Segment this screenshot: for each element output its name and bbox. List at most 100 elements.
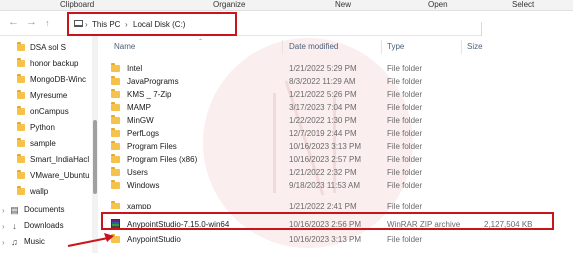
sidebar-item-myresume[interactable]: Myresume <box>0 88 98 104</box>
file-date: 10/16/2023 3:13 PM <box>289 235 362 244</box>
chevron-right-icon[interactable]: › <box>2 222 5 231</box>
folder-icon <box>17 170 25 179</box>
file-row[interactable]: Users 1/21/2022 2:32 PM File folder <box>98 166 573 179</box>
sidebar-item-label: honor backup <box>30 59 79 68</box>
sidebar-item-vmware-ubuntu[interactable]: VMware_Ubuntu <box>0 168 98 184</box>
sidebar-item-honor-backup[interactable]: honor backup <box>0 56 98 72</box>
folder-icon <box>111 102 120 111</box>
ribbon-group-select: Select <box>512 0 535 9</box>
ribbon-group-labels: Clipboard Organize New Open Select <box>0 0 573 11</box>
annotation-arrow-icon <box>67 233 114 247</box>
file-name: Program Files (x86) <box>127 155 198 164</box>
file-name: PerfLogs <box>127 129 160 138</box>
sort-caret-icon: ⌃ <box>198 39 204 45</box>
file-row[interactable]: KMS _ 7-Zip 1/21/2022 5:26 PM File folde… <box>98 88 573 101</box>
column-divider[interactable] <box>282 40 283 54</box>
file-row[interactable]: xampp 1/21/2022 2:41 PM File folder <box>98 200 573 209</box>
sidebar-item-mongodb[interactable]: MongoDB-Winc <box>0 72 98 88</box>
chevron-right-icon[interactable]: › <box>2 206 5 215</box>
file-row[interactable]: AnypointStudio 10/16/2023 3:13 PM File f… <box>98 233 573 246</box>
file-date: 1/21/2022 5:29 PM <box>289 64 357 73</box>
sidebar-item-documents[interactable]: › ▤ Documents <box>0 202 98 218</box>
column-header-name[interactable]: Name <box>114 42 135 52</box>
file-name: xampp <box>127 202 152 209</box>
scrollbar-thumb[interactable] <box>93 120 97 194</box>
file-row-highlighted[interactable]: AnypointStudio-7.15.0-win64 10/16/2023 2… <box>98 218 573 231</box>
sidebar-item-wallp[interactable]: wallp <box>0 184 98 200</box>
column-header-date[interactable]: Date modified <box>289 42 338 52</box>
folder-icon <box>111 167 120 176</box>
sidebar-item-label: sample <box>30 139 56 148</box>
download-icon: ↓ <box>12 221 17 231</box>
folder-icon <box>17 90 25 99</box>
file-type: File folder <box>387 202 423 209</box>
file-date: 8/3/2022 11:29 AM <box>289 77 356 86</box>
sidebar-item-label: Myresume <box>30 91 68 100</box>
column-divider[interactable] <box>461 40 462 54</box>
arrow-left-icon[interactable]: ← <box>8 15 19 29</box>
file-type: File folder <box>387 90 423 99</box>
file-type: File folder <box>387 77 423 86</box>
sidebar-item-label: Music <box>24 237 45 246</box>
column-header-type[interactable]: Type <box>387 42 404 52</box>
navigation-pane: DSA sol S honor backup MongoDB-Winc Myre… <box>0 36 98 253</box>
file-type: File folder <box>387 103 423 112</box>
breadcrumb-separator-icon: › <box>85 20 88 29</box>
file-type: File folder <box>387 168 423 177</box>
address-bar[interactable]: › This PC › Local Disk (C:) <box>67 12 237 36</box>
folder-icon <box>111 128 120 137</box>
file-row[interactable]: PerfLogs 12/7/2019 2:44 PM File folder <box>98 127 573 140</box>
file-name: MAMP <box>127 103 151 112</box>
folder-icon <box>111 201 120 209</box>
breadcrumb-local-disk[interactable]: Local Disk (C:) <box>133 19 185 30</box>
file-type: File folder <box>387 64 423 73</box>
sidebar-item-dsa-sol-s[interactable]: DSA sol S <box>0 40 98 56</box>
sidebar-item-oncampus[interactable]: onCampus <box>0 104 98 120</box>
file-date: 1/22/2022 1:30 PM <box>289 116 357 125</box>
file-row[interactable]: Intel 1/21/2022 5:29 PM File folder <box>98 62 573 75</box>
file-size: 2,127,504 KB <box>484 220 533 229</box>
music-icon: ♫ <box>11 237 18 247</box>
file-name: JavaPrograms <box>127 77 179 86</box>
file-name: AnypointStudio <box>127 235 181 244</box>
file-date: 12/7/2019 2:44 PM <box>289 129 357 138</box>
file-date: 10/16/2023 2:56 PM <box>289 220 362 229</box>
file-type: File folder <box>387 142 423 151</box>
file-row[interactable]: Windows 9/18/2023 11:53 AM File folder <box>98 179 573 192</box>
breadcrumb-separator-icon: › <box>125 20 128 29</box>
sidebar-item-smart-india[interactable]: Smart_IndiaHacl <box>0 152 98 168</box>
ribbon-group-organize: Organize <box>213 0 246 9</box>
folder-icon <box>17 186 25 195</box>
chevron-right-icon[interactable]: › <box>2 238 5 247</box>
file-date: 1/21/2022 2:32 PM <box>289 168 357 177</box>
folder-icon <box>17 74 25 83</box>
folder-icon <box>17 58 25 67</box>
computer-icon <box>74 20 83 27</box>
file-row[interactable]: MAMP 3/17/2023 7:04 PM File folder <box>98 101 573 114</box>
file-date: 10/16/2023 3:13 PM <box>289 142 362 151</box>
breadcrumb-this-pc[interactable]: This PC <box>92 19 120 30</box>
file-row[interactable]: JavaPrograms 8/3/2022 11:29 AM File fold… <box>98 75 573 88</box>
column-header-size[interactable]: Size <box>467 42 483 52</box>
sidebar-item-label: VMware_Ubuntu <box>30 171 90 180</box>
file-date: 1/21/2022 5:26 PM <box>289 90 357 99</box>
ribbon-group-clipboard: Clipboard <box>60 0 95 9</box>
file-row[interactable]: MinGW 1/22/2022 1:30 PM File folder <box>98 114 573 127</box>
sidebar-item-label: DSA sol S <box>30 43 67 52</box>
arrow-up-icon[interactable]: ↑ <box>45 16 50 30</box>
folder-icon <box>17 42 25 51</box>
column-divider[interactable] <box>381 40 382 54</box>
file-type: File folder <box>387 181 423 190</box>
arrow-right-icon[interactable]: → <box>26 15 37 29</box>
folder-icon <box>17 106 25 115</box>
file-row[interactable]: Program Files (x86) 10/16/2023 2:57 PM F… <box>98 153 573 166</box>
sidebar-item-sample[interactable]: sample <box>0 136 98 152</box>
file-name: KMS _ 7-Zip <box>127 90 172 99</box>
file-row[interactable]: Program Files 10/16/2023 3:13 PM File fo… <box>98 140 573 153</box>
sidebar-item-label: onCampus <box>30 107 69 116</box>
sidebar-item-python[interactable]: Python <box>0 120 98 136</box>
folder-icon <box>111 115 120 124</box>
sidebar-item-label: Smart_IndiaHacl <box>30 155 90 164</box>
ribbon-group-new: New <box>335 0 352 9</box>
folder-icon <box>17 138 25 147</box>
